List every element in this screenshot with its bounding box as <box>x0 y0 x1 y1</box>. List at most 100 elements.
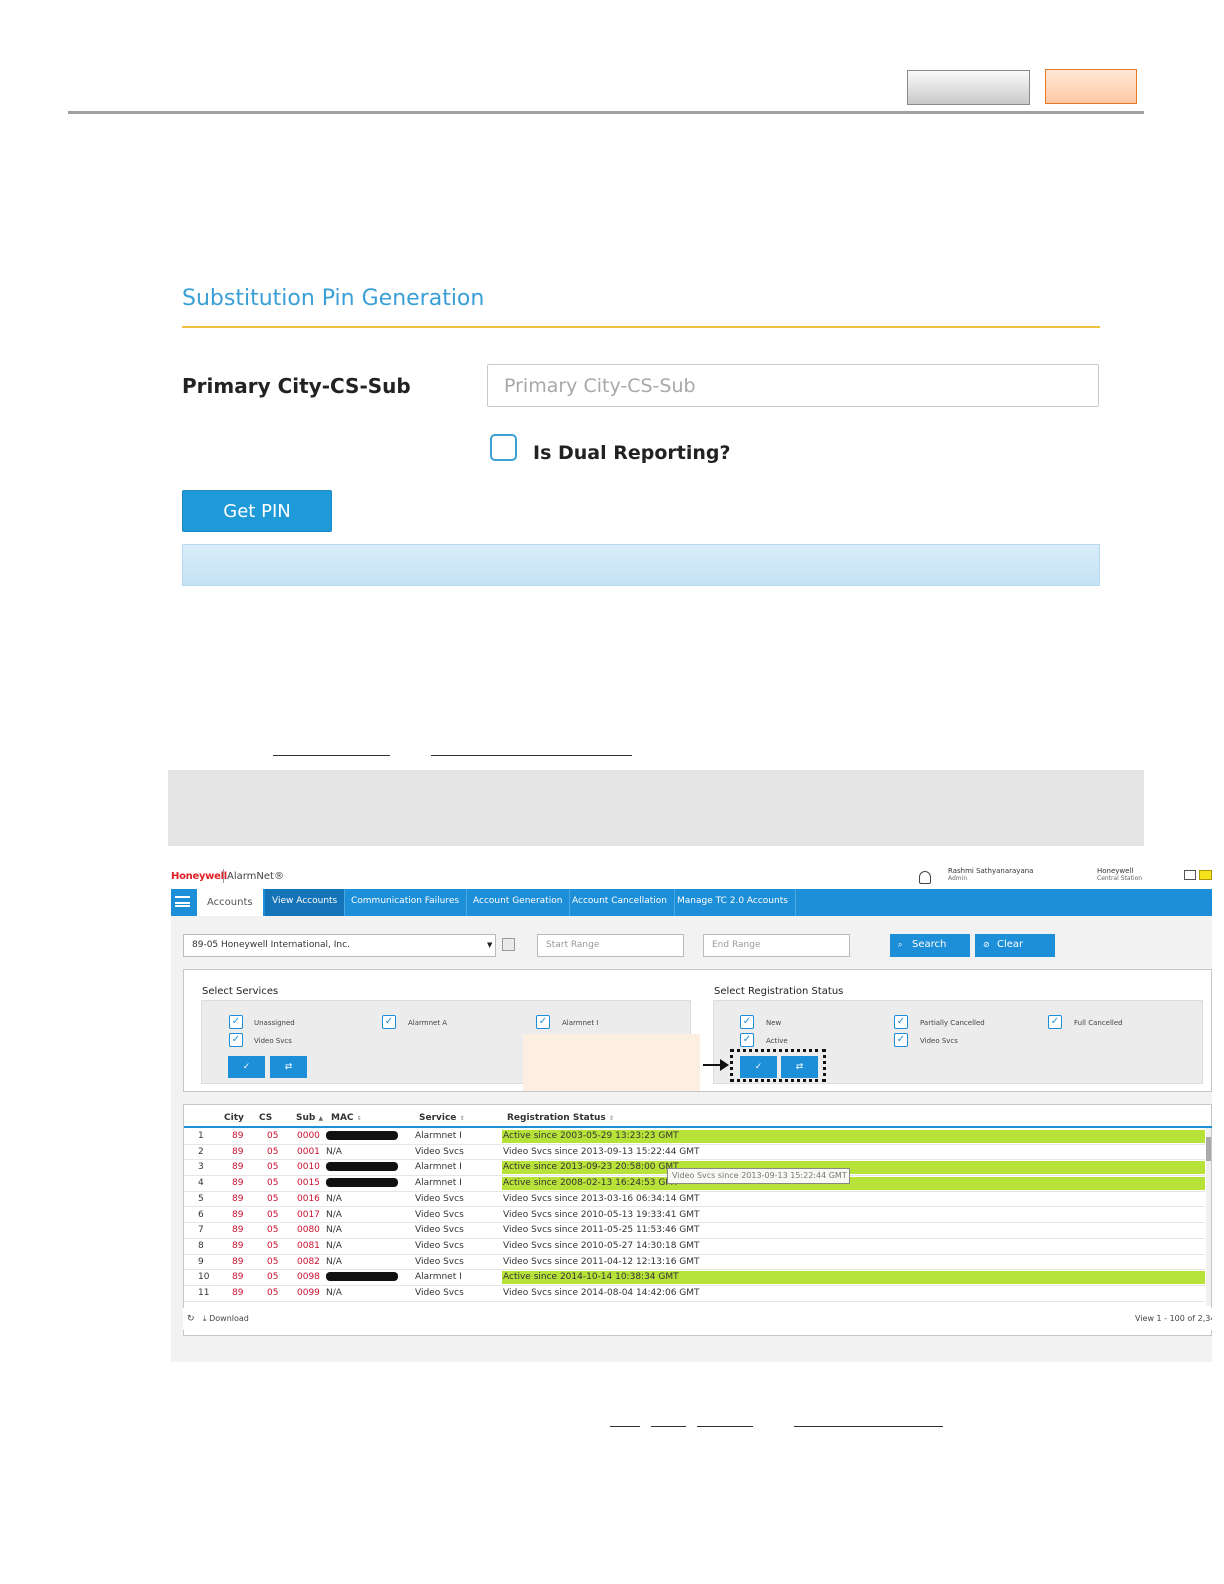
get-pin-button[interactable]: Get PIN <box>182 490 332 532</box>
grid-scroll-thumb[interactable] <box>1206 1137 1211 1161</box>
reg-new-checkbox[interactable]: ✓ <box>740 1015 754 1029</box>
end-range-input[interactable]: End Range <box>703 934 850 957</box>
table-row[interactable]: 10 89 05 0098 Alarmnet I Active since 2014-10… <box>184 1270 1205 1286</box>
start-range-input[interactable]: Start Range <box>537 934 684 957</box>
redacted-mac <box>326 1162 398 1172</box>
primary-city-cs-sub-input[interactable] <box>487 364 1099 407</box>
cell-city: 89 <box>232 1209 244 1220</box>
col-sub-label: Sub <box>296 1113 316 1123</box>
nav-account-generation[interactable]: Account Generation <box>466 889 571 916</box>
service-video-svcs-checkbox[interactable]: ✓ <box>229 1033 243 1047</box>
cell-sub: 0000 <box>297 1131 320 1141</box>
grid-header: City CS Sub ▲ MAC ⇕ Service ⇕ Registrati… <box>184 1105 1212 1128</box>
logo-separator <box>223 869 224 883</box>
cell-sub: 0080 <box>297 1225 320 1236</box>
nav-view-accounts[interactable]: View Accounts <box>265 889 346 916</box>
col-status[interactable]: Registration Status ⇕ <box>507 1113 614 1123</box>
service-unassigned-checkbox[interactable]: ✓ <box>229 1015 243 1029</box>
service-alarmnet-a-checkbox[interactable]: ✓ <box>382 1015 396 1029</box>
cell-status: Video Svcs since 2010-05-27 14:30:18 GMT <box>503 1240 700 1251</box>
reg-active-checkbox[interactable]: ✓ <box>740 1033 754 1047</box>
service-label: Alarmnet I <box>562 1019 599 1027</box>
col-city[interactable]: City <box>224 1113 244 1123</box>
nav-bar: Accounts View Accounts Communication Fai… <box>171 889 1212 916</box>
cell-sub: 0081 <box>297 1240 320 1251</box>
row-number: 3 <box>198 1162 204 1173</box>
cell-service: Video Svcs <box>415 1193 464 1204</box>
table-row[interactable]: 9 89 05 0082 N/A Video Svcs Video Svcs since 2… <box>184 1255 1205 1271</box>
callout-arrow <box>703 1064 721 1066</box>
cell-sub: 0082 <box>297 1256 320 1267</box>
accounts-grid: City CS Sub ▲ MAC ⇕ Service ⇕ Registrati… <box>183 1104 1212 1336</box>
account-select[interactable]: 89-05 Honeywell International, Inc. <box>183 934 496 957</box>
header-gray-button[interactable] <box>907 70 1030 105</box>
text-underline <box>651 1426 686 1427</box>
sort-icon: ⇕ <box>459 1115 465 1122</box>
menu-icon[interactable] <box>175 896 190 907</box>
col-cs[interactable]: CS <box>259 1113 272 1123</box>
cell-service: Video Svcs <box>415 1256 464 1267</box>
reg-video-svcs-checkbox[interactable]: ✓ <box>894 1033 908 1047</box>
cell-cs: 05 <box>267 1209 279 1220</box>
table-row[interactable]: 11 89 05 0099 N/A Video Svcs Video Svcs since … <box>184 1286 1205 1302</box>
header-divider <box>68 111 1144 114</box>
accounts-tab[interactable]: Accounts <box>197 889 263 916</box>
cell-status: Video Svcs since 2011-04-12 12:13:16 GMT <box>503 1256 700 1267</box>
row-number: 1 <box>198 1131 204 1141</box>
cell-service: Video Svcs <box>415 1225 464 1236</box>
table-row[interactable]: 5 89 05 0016 N/A Video Svcs Video Svcs since 2… <box>184 1192 1205 1208</box>
app-name: AlarmNet® <box>227 871 284 882</box>
table-row[interactable]: 1 89 05 0000 Alarmnet I Active since 2003-05-… <box>184 1129 1205 1145</box>
reg-full-cancelled-checkbox[interactable]: ✓ <box>1048 1015 1062 1029</box>
col-service[interactable]: Service ⇕ <box>419 1113 465 1123</box>
table-row[interactable]: 8 89 05 0081 N/A Video Svcs Video Svcs since 2… <box>184 1239 1205 1255</box>
sort-asc-icon: ▲ <box>318 1115 324 1122</box>
table-row[interactable]: 2 89 05 0001 N/A Video Svcs Video Svcs since 2… <box>184 1145 1205 1161</box>
services-invert-button[interactable]: ⇄ <box>270 1056 307 1078</box>
clear-button[interactable]: ⊘ Clear <box>975 934 1055 957</box>
row-number: 2 <box>198 1146 204 1157</box>
table-row[interactable]: 7 89 05 0080 N/A Video Svcs Video Svcs since 2… <box>184 1223 1205 1239</box>
dropdown-arrow-icon[interactable]: ▼ <box>487 941 492 949</box>
header-orange-button[interactable] <box>1045 69 1137 104</box>
pin-result-bar <box>182 544 1100 586</box>
download-link[interactable]: ⤓ Download <box>203 1314 249 1324</box>
row-number: 9 <box>198 1256 204 1267</box>
note-band <box>168 770 1144 846</box>
search-label: Search <box>912 939 947 950</box>
cell-service: Alarmnet I <box>415 1178 462 1189</box>
reg-partially-cancelled-checkbox[interactable]: ✓ <box>894 1015 908 1029</box>
cell-service: Video Svcs <box>415 1288 464 1298</box>
col-sub[interactable]: Sub ▲ <box>296 1113 323 1123</box>
clear-icon: ⊘ <box>983 940 990 949</box>
mail-icon[interactable] <box>1199 870 1212 880</box>
cell-status: Video Svcs since 2011-05-25 11:53:46 GMT <box>503 1225 700 1236</box>
broken-image-icon <box>502 938 515 951</box>
cell-mac: N/A <box>326 1256 342 1267</box>
cell-mac: N/A <box>326 1209 342 1220</box>
cell-city: 89 <box>232 1193 244 1204</box>
dual-reporting-label: Is Dual Reporting? <box>533 442 731 464</box>
service-alarmnet-i-checkbox[interactable]: ✓ <box>536 1015 550 1029</box>
cell-mac: N/A <box>326 1193 342 1204</box>
nav-manage-tc-accounts[interactable]: Manage TC 2.0 Accounts <box>670 889 796 916</box>
sort-icon: ⇕ <box>356 1115 362 1122</box>
table-row[interactable]: 6 89 05 0017 N/A Video Svcs Video Svcs since 2… <box>184 1208 1205 1224</box>
search-button[interactable]: ⌕ Search <box>890 934 970 957</box>
section-divider <box>182 326 1100 328</box>
user-name: Rashmi Sathyanarayana <box>948 867 1034 875</box>
refresh-icon[interactable]: ↻ <box>187 1314 195 1324</box>
cell-sub: 0098 <box>297 1272 320 1283</box>
cell-city: 89 <box>232 1162 244 1173</box>
dual-reporting-checkbox[interactable] <box>490 434 517 461</box>
org-name: Honeywell <box>1097 867 1134 875</box>
col-status-label: Registration Status <box>507 1113 606 1123</box>
services-select-all-button[interactable]: ✓ <box>228 1056 265 1078</box>
tray-icon[interactable] <box>1184 870 1196 880</box>
redacted-mac <box>326 1272 398 1282</box>
cell-city: 89 <box>232 1256 244 1267</box>
user-icon[interactable] <box>919 871 931 884</box>
nav-account-cancellation[interactable]: Account Cancellation <box>565 889 675 916</box>
col-mac[interactable]: MAC ⇕ <box>331 1113 362 1123</box>
nav-communication-failures[interactable]: Communication Failures <box>344 889 468 916</box>
